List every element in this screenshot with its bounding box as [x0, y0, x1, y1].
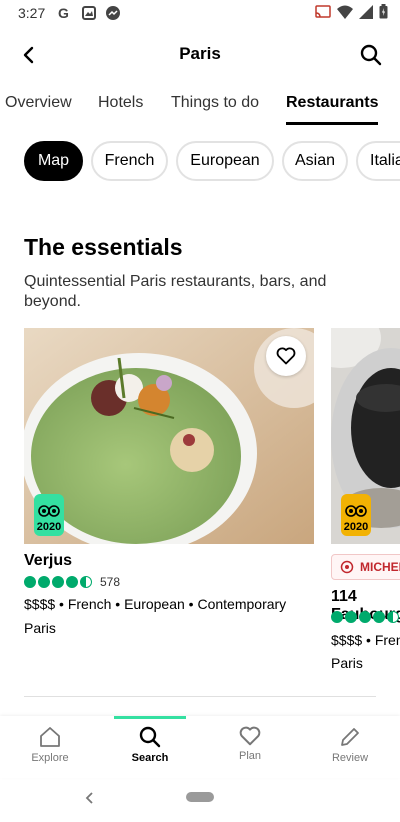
signal-icon — [359, 4, 373, 22]
michelin-award-badge: MICHELIN — [331, 554, 400, 580]
badge-year: 2020 — [36, 521, 62, 533]
chip-european[interactable]: European — [176, 141, 274, 181]
rating-bubble — [359, 611, 371, 623]
svg-text:G: G — [58, 5, 69, 21]
tab-overview[interactable]: Overview — [5, 94, 72, 122]
nav-review-label: Review — [331, 752, 369, 764]
search-button[interactable] — [356, 40, 386, 70]
travelers-choice-badge: 2020 — [34, 494, 64, 536]
tab-restaurants[interactable]: Restaurants — [286, 94, 379, 125]
heart-icon — [276, 347, 296, 365]
nav-review[interactable]: Review — [300, 716, 400, 778]
header: Paris — [0, 26, 400, 82]
nav-search-label: Search — [131, 752, 169, 764]
restaurant-name: Verjus — [24, 552, 73, 569]
owl-icon — [345, 505, 367, 517]
section-divider — [24, 696, 376, 697]
restaurant-location: Paris — [24, 620, 56, 636]
back-button[interactable] — [14, 40, 44, 70]
section-title: The essentials — [24, 234, 183, 260]
save-button[interactable] — [266, 336, 306, 376]
photo-icon — [81, 5, 97, 21]
system-nav-bar — [0, 778, 400, 822]
status-bar: 3:27 G — [0, 0, 400, 26]
search-icon — [139, 726, 161, 748]
rating-bubbles — [331, 611, 400, 623]
google-icon: G — [57, 5, 73, 21]
michelin-label: MICHELIN — [360, 560, 400, 574]
badge-year: 2020 — [343, 521, 369, 533]
system-back-button[interactable] — [82, 790, 98, 806]
owl-icon — [38, 505, 60, 517]
search-icon — [360, 44, 382, 66]
status-time: 3:27 — [18, 5, 46, 21]
cast-icon — [315, 4, 331, 22]
rating-bubble — [24, 576, 36, 588]
rating-bubble-half — [80, 576, 92, 588]
nav-plan[interactable]: Plan — [200, 716, 300, 778]
category-tabs: Overview Hotels Things to do Restaurants — [0, 86, 400, 126]
chip-asian[interactable]: Asian — [282, 141, 348, 181]
restaurant-meta: $$$$ • French — [331, 632, 400, 648]
rating-bubbles: 578 — [24, 575, 120, 589]
nav-explore[interactable]: Explore — [0, 716, 100, 778]
rating-bubble — [331, 611, 343, 623]
rating-bubble — [373, 611, 385, 623]
heart-icon — [239, 726, 261, 746]
home-icon — [40, 727, 60, 747]
restaurant-meta: $$$$ • French • European • Contemporary — [24, 596, 287, 612]
michelin-icon — [340, 560, 354, 574]
chevron-left-icon — [23, 46, 34, 64]
chip-map[interactable]: Map — [24, 141, 83, 181]
rating-bubble — [345, 611, 357, 623]
messenger-icon — [105, 5, 121, 21]
tab-hotels[interactable]: Hotels — [98, 94, 143, 122]
travelers-choice-badge: 2020 — [341, 494, 371, 536]
chip-french[interactable]: French — [91, 141, 168, 181]
rating-bubble-half — [387, 611, 399, 623]
pencil-icon — [341, 728, 359, 746]
filter-chips: Map French European Asian Italian — [0, 141, 400, 183]
chip-italian[interactable]: Italian — [356, 141, 400, 181]
restaurant-card[interactable]: 2020 Verjus 578 $$$$ • French • European… — [24, 328, 314, 648]
nav-explore-label: Explore — [31, 752, 69, 764]
page-title: Paris — [179, 44, 221, 63]
section-subtitle: Quintessential Paris restaurants, bars, … — [24, 273, 327, 310]
rating-bubble — [66, 576, 78, 588]
chevron-left-icon — [85, 792, 93, 804]
nav-plan-label: Plan — [238, 750, 262, 762]
restaurant-card[interactable]: 2020 MICHELIN 114 Faubourg $$$$ • French… — [331, 328, 400, 674]
rating-bubble — [52, 576, 64, 588]
review-count: 578 — [100, 575, 121, 589]
bottom-nav: Explore Search Plan Review — [0, 716, 400, 778]
wifi-icon — [337, 5, 353, 22]
nav-search[interactable]: Search — [100, 716, 200, 778]
restaurant-location: Paris — [331, 655, 363, 671]
rating-bubble — [38, 576, 50, 588]
battery-icon — [379, 4, 388, 22]
tab-things-to-do[interactable]: Things to do — [171, 94, 259, 122]
system-home-button[interactable] — [186, 792, 214, 802]
